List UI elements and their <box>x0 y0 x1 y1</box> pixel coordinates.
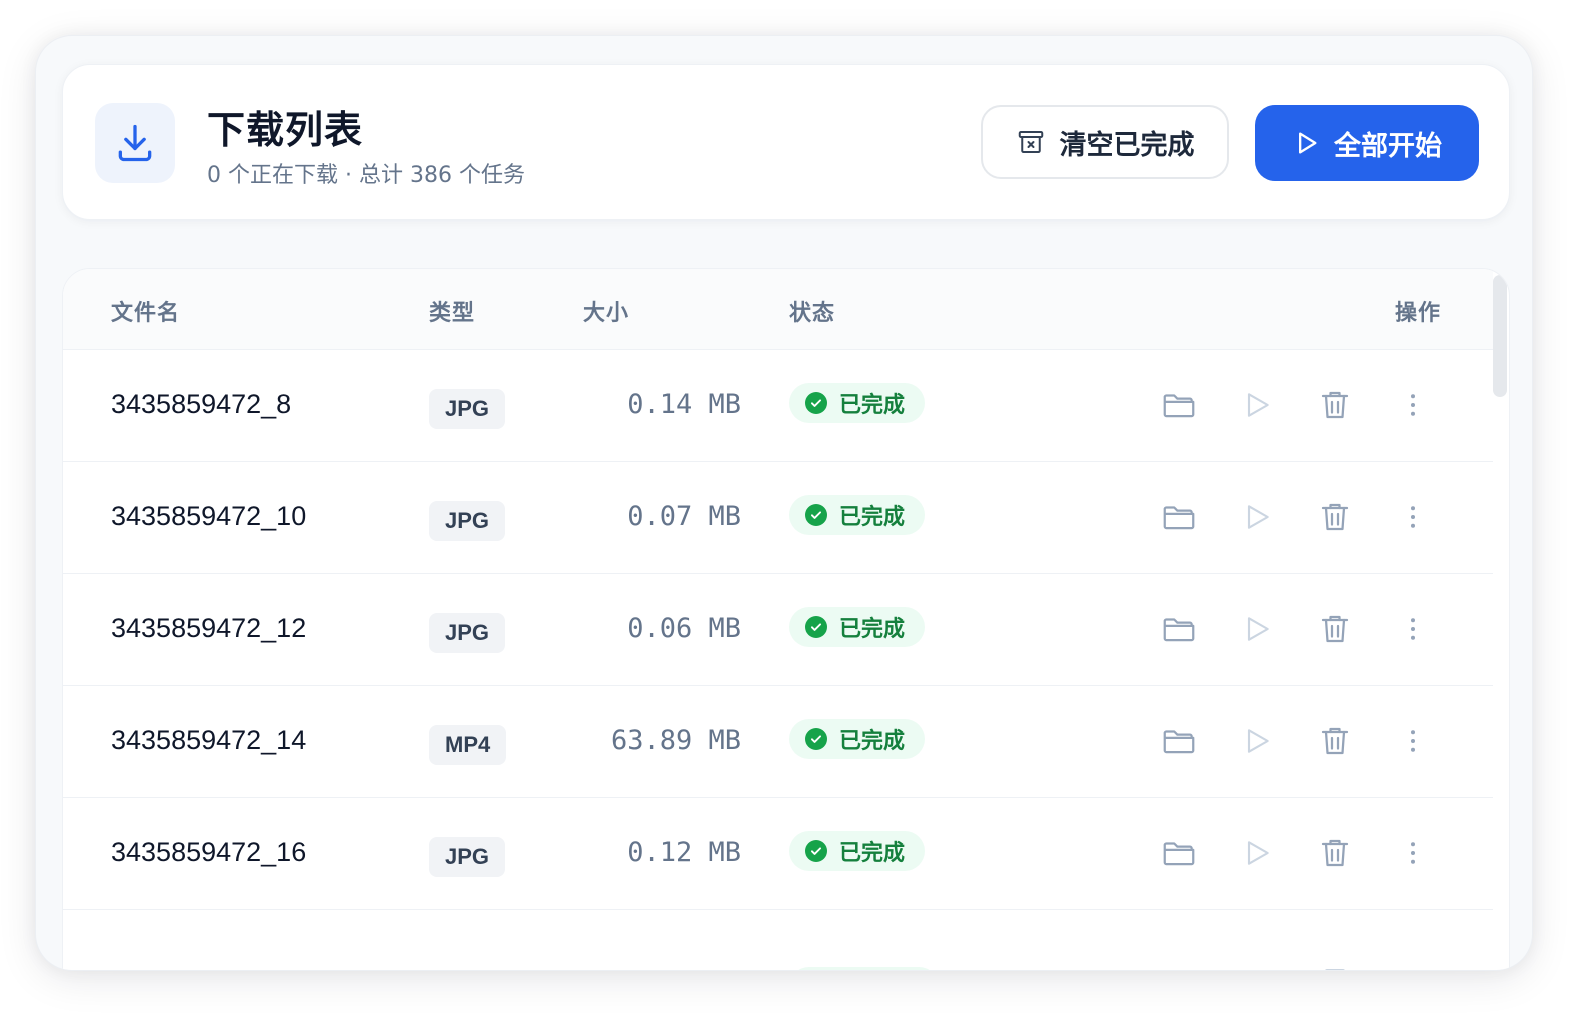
table-row[interactable]: 3435859472_8 JPG 0.14 MB 已完成 <box>63 349 1493 462</box>
trash-icon <box>1321 503 1349 531</box>
column-header-type: 类型 <box>429 301 476 326</box>
check-circle-icon <box>805 728 827 750</box>
more-vertical-icon <box>1411 394 1415 416</box>
open-folder-button[interactable] <box>1159 497 1199 537</box>
download-manager-window: 下载列表 0 个正在下载 · 总计 386 个任务 清空已完成 全部开始 文件名… <box>36 36 1532 970</box>
status-label: 已完成 <box>839 729 906 754</box>
delete-button[interactable] <box>1315 609 1355 649</box>
play-icon <box>1247 393 1269 417</box>
more-vertical-icon <box>1411 618 1415 640</box>
table-row[interactable]: 3435859472_12 JPG 0.06 MB 已完成 <box>63 573 1493 686</box>
trash-icon <box>1321 615 1349 643</box>
play-icon <box>1299 132 1317 154</box>
file-size: 0.14 MB <box>627 389 741 420</box>
check-circle-icon <box>805 840 827 862</box>
more-options-button[interactable] <box>1393 721 1433 761</box>
open-folder-button[interactable] <box>1159 833 1199 873</box>
download-table: 文件名 类型 大小 状态 操作 3435859472_8 JPG 0.14 MB… <box>62 268 1510 970</box>
more-options-button[interactable] <box>1393 609 1433 649</box>
file-size: 0.12 MB <box>627 837 741 868</box>
column-header-name: 文件名 <box>111 301 181 326</box>
folder-icon <box>1163 842 1195 866</box>
check-circle-icon <box>805 504 827 526</box>
delete-button[interactable] <box>1315 385 1355 425</box>
open-folder-button[interactable] <box>1159 609 1199 649</box>
status-badge: 已完成 <box>789 719 926 759</box>
status-badge: 已完成 <box>789 607 926 647</box>
delete-button[interactable] <box>1315 833 1355 873</box>
file-type-badge: MP4 <box>429 725 507 765</box>
file-size: 63.89 MB <box>610 725 741 756</box>
play-icon <box>1247 841 1269 865</box>
folder-icon <box>1163 394 1195 418</box>
file-type-badge: JPG <box>429 389 506 429</box>
play-icon <box>1247 729 1269 753</box>
trash-icon <box>1321 391 1349 419</box>
play-icon <box>1247 505 1269 529</box>
file-size: 0.07 MB <box>627 501 741 532</box>
check-circle-icon <box>805 392 827 414</box>
play-file-button[interactable] <box>1237 497 1277 537</box>
more-options-button[interactable] <box>1393 385 1433 425</box>
more-vertical-icon <box>1411 730 1415 752</box>
column-header-size: 大小 <box>583 301 630 326</box>
file-type-badge: JPG <box>429 501 506 541</box>
folder-icon <box>1163 730 1195 754</box>
page-title: 下载列表 <box>207 108 364 152</box>
folder-icon <box>1163 618 1195 642</box>
status-badge: 已完成 <box>789 831 926 871</box>
open-folder-button[interactable] <box>1159 385 1199 425</box>
file-name: 3435859472_14 <box>111 725 307 755</box>
file-type-badge: JPG <box>429 613 506 653</box>
start-all-button[interactable]: 全部开始 <box>1255 105 1479 181</box>
download-icon <box>118 124 152 162</box>
header-download-badge <box>95 103 175 183</box>
check-circle-icon <box>805 616 827 638</box>
status-label: 已完成 <box>839 841 906 866</box>
open-folder-button[interactable] <box>1159 721 1199 761</box>
play-file-button[interactable] <box>1237 385 1277 425</box>
status-badge: 已完成 <box>789 383 926 423</box>
status-badge <box>789 967 939 970</box>
play-file-button[interactable] <box>1237 833 1277 873</box>
status-label: 已完成 <box>839 505 906 530</box>
file-name: 3435859472_8 <box>111 389 292 419</box>
column-header-status: 状态 <box>789 301 836 326</box>
start-all-label: 全部开始 <box>1334 130 1442 162</box>
more-options-button[interactable] <box>1393 497 1433 537</box>
more-vertical-icon <box>1411 506 1415 528</box>
table-row-partial <box>63 967 1493 970</box>
file-name: 3435859472_10 <box>111 501 307 531</box>
folder-icon <box>1163 506 1195 530</box>
status-badge: 已完成 <box>789 495 926 535</box>
status-label: 已完成 <box>839 393 906 418</box>
file-name: 3435859472_16 <box>111 837 307 867</box>
table-row[interactable]: 3435859472_10 JPG 0.07 MB 已完成 <box>63 461 1493 574</box>
more-options-button[interactable] <box>1393 833 1433 873</box>
table-row[interactable]: 3435859472_14 MP4 63.89 MB 已完成 <box>63 685 1493 798</box>
play-icon <box>1247 617 1269 641</box>
delete-button[interactable] <box>1315 497 1355 537</box>
table-header: 文件名 类型 大小 状态 操作 <box>63 269 1493 350</box>
file-type-badge: JPG <box>429 837 506 877</box>
play-file-button[interactable] <box>1237 609 1277 649</box>
header-card: 下载列表 0 个正在下载 · 总计 386 个任务 清空已完成 全部开始 <box>62 64 1510 220</box>
play-file-button[interactable] <box>1237 721 1277 761</box>
trash-icon <box>1321 727 1349 755</box>
scrollbar-thumb[interactable] <box>1493 275 1507 397</box>
clear-completed-label: 清空已完成 <box>1059 129 1195 161</box>
file-name: 3435859472_12 <box>111 613 307 643</box>
table-row[interactable]: 3435859472_16 JPG 0.12 MB 已完成 <box>63 797 1493 910</box>
archive-x-icon <box>1018 131 1043 153</box>
clear-completed-button[interactable]: 清空已完成 <box>981 105 1229 179</box>
file-size: 0.06 MB <box>627 613 741 644</box>
trash-icon <box>1325 969 1345 970</box>
column-header-actions: 操作 <box>1395 301 1442 326</box>
status-label: 已完成 <box>839 617 906 642</box>
trash-icon <box>1321 839 1349 867</box>
more-vertical-icon <box>1411 842 1415 864</box>
page-subtitle: 0 个正在下载 · 总计 386 个任务 <box>207 163 525 188</box>
delete-button[interactable] <box>1315 721 1355 761</box>
